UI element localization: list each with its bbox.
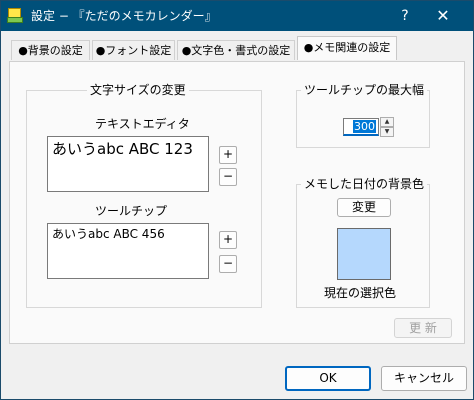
- tooltip-label: ツールチップ: [95, 204, 168, 218]
- close-button[interactable]: ✕: [425, 1, 461, 31]
- current-color-label: 現在の選択色: [324, 286, 397, 300]
- memo-color-group-title: メモした日付の背景色: [301, 177, 428, 192]
- spin-up-icon[interactable]: ▲: [380, 117, 394, 127]
- settings-dialog: 設定 − 『ただのメモカレンダー』 ? ✕ ●背景の設定 ●フォント設定 ●文字…: [0, 0, 474, 400]
- memo-calendar-app-icon: [7, 8, 23, 23]
- selected-color-swatch: [337, 228, 391, 280]
- text-editor-label: テキストエディタ: [95, 117, 190, 131]
- tooltip-width-value: 300: [353, 120, 376, 133]
- tooltip-decrease-button[interactable]: −: [219, 255, 237, 273]
- memo-settings-panel: 文字サイズの変更 テキストエディタ あいうabc ABC 123 + − ツール…: [9, 61, 465, 344]
- tooltip-width-group: ツールチップの最大幅 300 ▲ ▼: [296, 83, 430, 148]
- memo-color-group: メモした日付の背景色 変更 現在の選択色: [296, 177, 430, 308]
- tooltip-width-input[interactable]: 300: [343, 118, 379, 136]
- spin-down-icon[interactable]: ▼: [380, 127, 394, 137]
- cancel-button[interactable]: キャンセル: [381, 366, 467, 391]
- tab-memo-settings[interactable]: ●メモ関連の設定: [297, 36, 397, 60]
- tab-background-settings[interactable]: ●背景の設定: [11, 40, 90, 60]
- text-editor-sample: あいうabc ABC 123: [47, 136, 209, 192]
- tab-text-color-settings[interactable]: ●文字色・書式の設定: [177, 40, 295, 60]
- text-editor-increase-button[interactable]: +: [219, 146, 237, 164]
- help-button[interactable]: ?: [387, 1, 423, 31]
- font-size-group: 文字サイズの変更 テキストエディタ あいうabc ABC 123 + − ツール…: [26, 83, 262, 308]
- tab-font-settings[interactable]: ●フォント設定: [92, 40, 175, 60]
- tooltip-increase-button[interactable]: +: [219, 231, 237, 249]
- text-editor-decrease-button[interactable]: −: [219, 168, 237, 186]
- update-button[interactable]: 更 新: [394, 318, 452, 338]
- change-color-button[interactable]: 変更: [337, 198, 391, 217]
- tooltip-sample: あいうabc ABC 456: [47, 223, 209, 279]
- title-bar[interactable]: 設定 − 『ただのメモカレンダー』 ? ✕: [1, 1, 473, 31]
- window-title: 設定 − 『ただのメモカレンダー』: [31, 9, 217, 23]
- ok-button[interactable]: OK: [285, 366, 371, 391]
- tooltip-width-group-title: ツールチップの最大幅: [301, 83, 428, 98]
- font-size-group-title: 文字サイズの変更: [87, 83, 189, 98]
